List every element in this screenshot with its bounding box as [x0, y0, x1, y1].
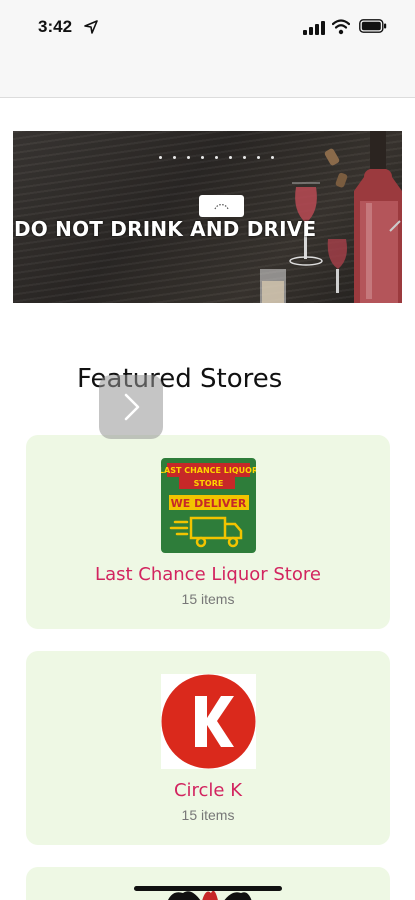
banner-slogan: DO NOT DRINK AND DRIVE	[14, 217, 317, 241]
carousel-dot[interactable]	[173, 156, 176, 159]
carousel-dot[interactable]	[201, 156, 204, 159]
battery-icon	[359, 19, 387, 33]
store-name[interactable]: Last Chance Liquor Store	[26, 564, 390, 585]
store-item-count: 15 items	[181, 807, 235, 823]
chevron-right-icon	[124, 393, 140, 421]
carousel-next-button[interactable]	[99, 375, 163, 439]
svg-text:STORE: STORE	[194, 479, 224, 488]
carousel-dot[interactable]	[187, 156, 190, 159]
status-bar: 3:42	[0, 0, 415, 50]
carousel-dot[interactable]	[215, 156, 218, 159]
cellular-signal-icon	[303, 21, 325, 35]
location-arrow-icon	[84, 20, 98, 34]
store-card[interactable]: LAST CHANCE LIQUOR STORE WE DELIVER Last…	[26, 435, 390, 629]
store-logo-delivery-truck: LAST CHANCE LIQUOR STORE WE DELIVER	[161, 458, 256, 553]
store-name[interactable]: Circle K	[26, 780, 390, 801]
store-card[interactable]: Circle K 15 items	[26, 651, 390, 845]
store-item-count: 15 items	[181, 591, 235, 607]
logo-text-top: LAST CHANCE LIQUOR	[161, 466, 256, 475]
circle-k-logo	[161, 674, 256, 769]
store-card[interactable]	[26, 867, 390, 900]
logo-text-deliver: WE DELIVER	[171, 497, 247, 510]
wifi-icon	[332, 19, 350, 35]
promo-banner[interactable]: DO NOT DRINK AND DRIVE	[13, 131, 402, 303]
home-indicator[interactable]	[134, 886, 282, 891]
navigation-bar	[0, 50, 415, 98]
status-time: 3:42	[38, 17, 73, 36]
carousel-dot[interactable]	[159, 156, 162, 159]
